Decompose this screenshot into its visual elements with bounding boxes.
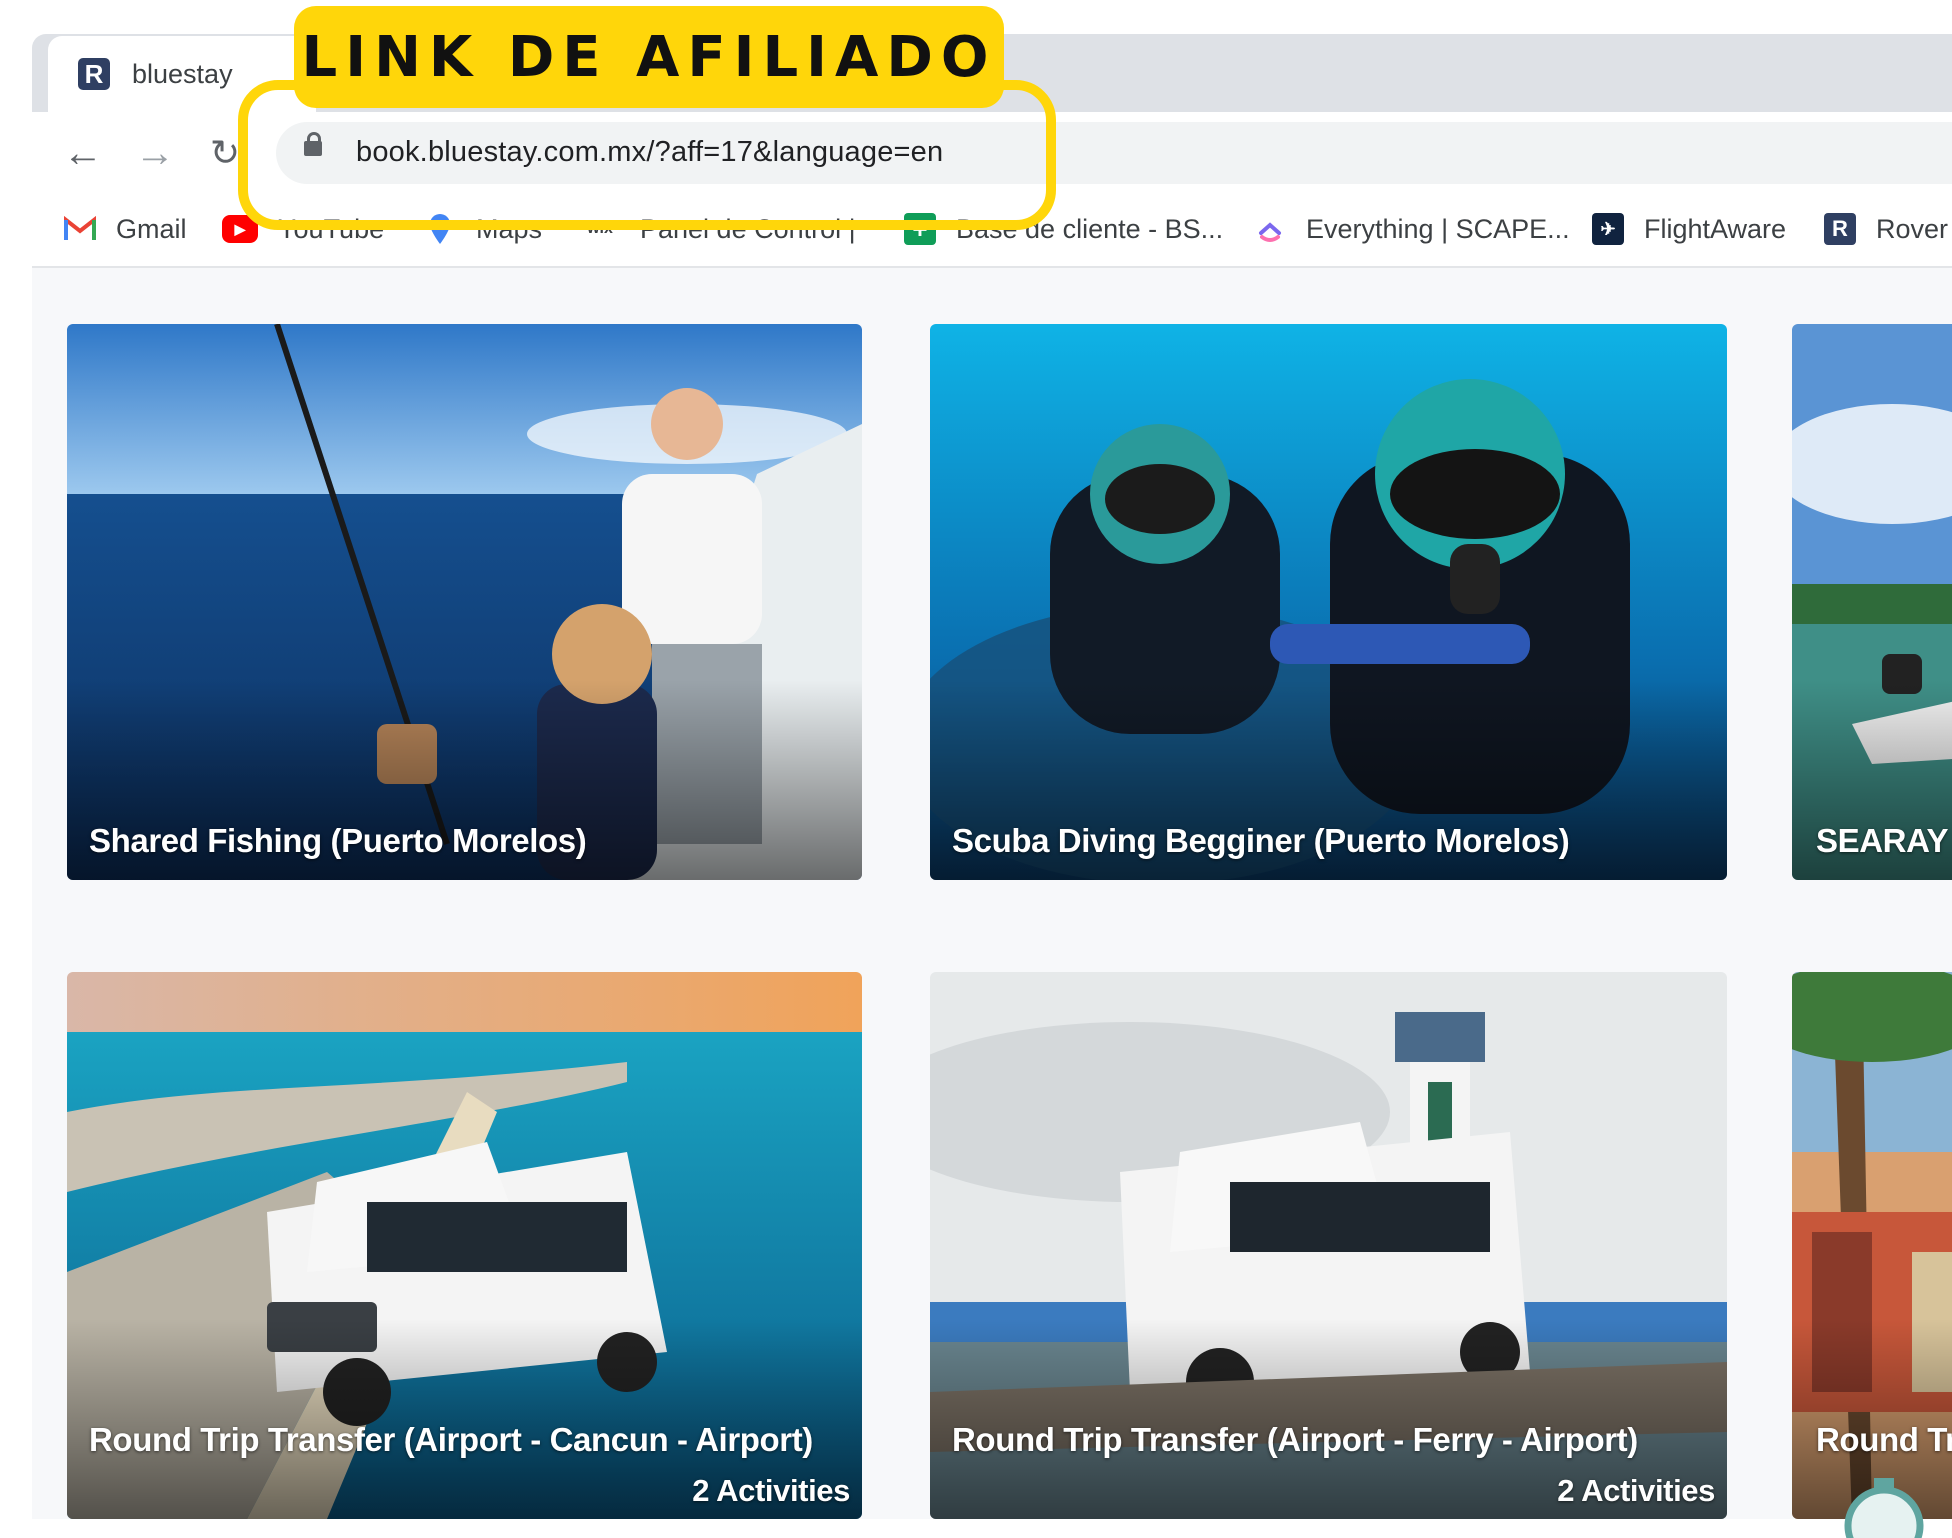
stopwatch-icon[interactable]	[1834, 1478, 1934, 1538]
activity-card-transfer-ferry[interactable]: Round Trip Transfer (Airport - Ferry - A…	[930, 972, 1727, 1519]
activity-card-searay[interactable]: SEARAY 2	[1792, 324, 1952, 880]
activity-card-round-trip[interactable]: Round Tri	[1792, 972, 1952, 1519]
bluestay-favicon-icon: R	[78, 58, 110, 90]
activity-grid: Shared Fishing (Puerto Morelos) Scuba Di…	[32, 268, 1952, 1519]
rover-icon: R	[1824, 213, 1856, 245]
activity-card-shared-fishing[interactable]: Shared Fishing (Puerto Morelos)	[67, 324, 862, 880]
clickup-icon	[1254, 213, 1286, 245]
bookmark-flightaware[interactable]: ✈ FlightAware	[1592, 205, 1786, 253]
affiliate-link-banner: LINK DE AFILIADO	[294, 6, 1004, 108]
bookmark-everything[interactable]: Everything | SCAPE...	[1254, 205, 1570, 253]
activity-title: Round Trip Transfer (Airport - Cancun - …	[89, 1421, 813, 1458]
activity-title: Scuba Diving Begginer (Puerto Morelos)	[952, 822, 1570, 859]
forward-arrow-icon[interactable]: →	[130, 128, 180, 178]
bookmark-rover[interactable]: R Rover	[1824, 205, 1948, 253]
activity-card-scuba-diving[interactable]: Scuba Diving Begginer (Puerto Morelos)	[930, 324, 1727, 880]
activity-title: Round Trip Transfer (Airport - Ferry - A…	[952, 1421, 1638, 1458]
flightaware-icon: ✈	[1592, 213, 1624, 245]
activity-title: SEARAY 2	[1816, 822, 1952, 859]
bookmark-gmail[interactable]: Gmail	[64, 205, 187, 253]
banner-text: LINK DE AFILIADO	[301, 24, 997, 90]
gmail-icon	[64, 213, 96, 245]
activity-card-transfer-cancun[interactable]: Round Trip Transfer (Airport - Cancun - …	[67, 972, 862, 1519]
activity-title: Round Tri	[1816, 1421, 1952, 1458]
activities-count: 2 Activities	[692, 1473, 850, 1508]
activities-count: 2 Activities	[1557, 1473, 1715, 1508]
activity-title: Shared Fishing (Puerto Morelos)	[89, 822, 587, 859]
tab-title: bluestay	[132, 58, 233, 89]
back-arrow-icon[interactable]: ←	[58, 128, 108, 178]
